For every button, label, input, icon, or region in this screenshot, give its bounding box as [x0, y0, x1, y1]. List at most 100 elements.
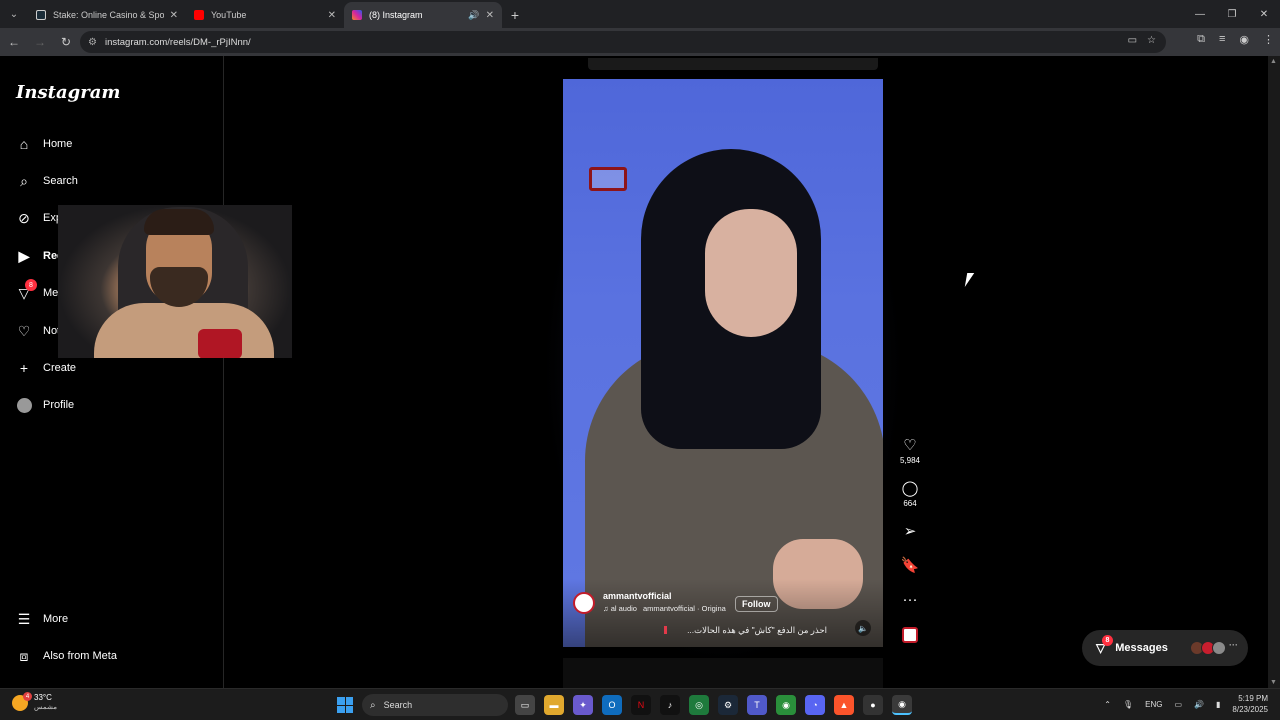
nav-label: Search	[43, 175, 78, 187]
avatar	[1212, 641, 1226, 655]
network-icon[interactable]: ▭	[1174, 700, 1182, 709]
nav-profile[interactable]: Profile	[16, 392, 74, 418]
nav-create[interactable]: + Create	[16, 355, 76, 381]
back-icon[interactable]: ←	[2, 30, 26, 54]
extension-icons: ⧉ ≡ ◉ ⋮	[1197, 33, 1274, 46]
search-icon: ⌕	[370, 699, 376, 711]
instagram-logo[interactable]: Instagram	[16, 82, 120, 103]
creator-username[interactable]: ammantvofficial	[603, 591, 672, 601]
nav-label: Create	[43, 362, 77, 374]
nav-label: Also from Meta	[43, 650, 117, 662]
chrome-active-icon[interactable]: ◉	[892, 695, 912, 715]
copilot-icon[interactable]: ✦	[573, 695, 593, 715]
outlook-icon[interactable]: O	[602, 695, 622, 715]
menu-icon: ☰	[17, 610, 31, 627]
media-controls-icon[interactable]: ≡	[1219, 33, 1225, 46]
weather-widget[interactable]: 4 33°C مشمس	[12, 692, 57, 713]
site-info-icon[interactable]: ⚙	[88, 37, 97, 48]
volume-icon[interactable]: 🔈	[855, 620, 871, 636]
nav-more[interactable]: ☰ More	[16, 606, 68, 632]
reels-icon: ▶	[18, 247, 30, 264]
chrome-icon[interactable]: ◉	[776, 695, 796, 715]
file-explorer-icon[interactable]: ▬	[544, 695, 564, 715]
teams-icon[interactable]: T	[747, 695, 767, 715]
task-view-icon[interactable]: ▭	[515, 695, 535, 715]
save-button[interactable]: 🔖	[896, 558, 924, 574]
sun-icon: 4	[12, 692, 32, 711]
tab-stake[interactable]: Stake: Online Casino & Sports I ✕	[28, 2, 186, 28]
previous-reel-edge[interactable]	[588, 58, 878, 70]
account-icon[interactable]: ◉	[1239, 33, 1249, 46]
close-tab-icon[interactable]: ✕	[170, 10, 178, 21]
taskbar-search[interactable]: ⌕ Search	[362, 694, 508, 716]
close-tab-icon[interactable]: ✕	[486, 10, 494, 21]
clock-time: 5:19 PM	[1238, 694, 1268, 703]
battery-icon[interactable]: ▮	[1216, 700, 1220, 709]
tiktok-icon[interactable]: ♪	[660, 695, 680, 715]
scroll-down-icon[interactable]: ▼	[1270, 679, 1277, 686]
comment-button[interactable]: ◯ 664	[896, 480, 924, 509]
bookmark-icon: 🔖	[900, 557, 920, 574]
next-reel-edge[interactable]	[563, 658, 883, 688]
close-window-icon[interactable]: ✕	[1248, 0, 1280, 28]
brave-icon[interactable]: ▲	[834, 695, 854, 715]
creator-avatar[interactable]	[573, 592, 595, 614]
nav-search[interactable]: ⌕ Search	[16, 168, 78, 194]
meta-apps-icon: ⧈	[19, 647, 29, 664]
browser-menu-icon[interactable]: ⋮	[1263, 33, 1274, 46]
speaker-icon[interactable]: 🔊	[468, 10, 479, 21]
more-options-button[interactable]: ···	[896, 592, 924, 608]
steam-icon[interactable]: ⚙	[718, 695, 738, 715]
extensions-icon[interactable]: ⧉	[1197, 33, 1205, 46]
reel-caption[interactable]: احذر من الدفع "كاش" في هذه الحالات...	[687, 625, 827, 636]
nav-label: Home	[43, 138, 73, 150]
language-indicator[interactable]: ENG	[1145, 700, 1162, 709]
install-app-icon[interactable]: ▭	[1128, 35, 1137, 46]
compass-icon: ⊘	[18, 209, 30, 226]
tab-search-button[interactable]: ⌄	[0, 0, 28, 28]
tab-youtube[interactable]: YouTube ✕	[186, 2, 344, 28]
scroll-up-icon[interactable]: ▲	[1270, 58, 1277, 65]
stake-favicon-icon	[36, 10, 46, 20]
profile-icon	[16, 397, 32, 413]
audio-link[interactable]: ♫ al audio ammantvofficial · Origina	[603, 604, 726, 613]
url-bar[interactable]: ⚙ instagram.com/reels/DM-_rPjINnn/ ▭ ☆	[80, 31, 1166, 53]
system-clock[interactable]: 5:19 PM 8/23/2025	[1232, 693, 1268, 715]
volume-icon[interactable]: 🔊	[1194, 700, 1204, 709]
tab-title: Stake: Online Casino & Sports I	[53, 10, 164, 20]
streamer-hair	[144, 209, 214, 235]
new-tab-button[interactable]: +	[502, 2, 528, 28]
reel-video[interactable]: ammantvofficial Follow ♫ al audio ammant…	[563, 79, 883, 647]
discord-icon[interactable]: ◔	[805, 695, 825, 715]
reload-icon[interactable]: ↻	[54, 30, 78, 54]
follow-button[interactable]: Follow	[735, 596, 778, 612]
maximize-icon[interactable]: ❐	[1216, 0, 1248, 28]
recent-chat-avatars	[1190, 641, 1226, 655]
page-scrollbar[interactable]: ▲ ▼	[1268, 56, 1280, 688]
comment-icon: ◯	[901, 480, 919, 497]
xbox-app-icon[interactable]: ◎	[689, 695, 709, 715]
like-button[interactable]: ♡ 5,984	[896, 438, 924, 466]
nav-home[interactable]: ⌂ Home	[16, 131, 73, 157]
tab-instagram[interactable]: (8) Instagram 🔊 ✕	[344, 2, 502, 28]
caption-overlay	[563, 579, 883, 647]
forward-icon[interactable]: →	[28, 30, 52, 54]
messages-floating-button[interactable]: ▽ 8 Messages ···	[1082, 630, 1248, 666]
channel-watermark	[589, 167, 627, 191]
minimize-icon[interactable]: —	[1184, 0, 1216, 28]
like-count: 5,984	[899, 456, 921, 465]
bookmark-star-icon[interactable]: ☆	[1147, 35, 1156, 46]
messenger-icon: ▽ 8	[1096, 635, 1113, 655]
audio-thumbnail[interactable]	[902, 627, 918, 643]
chevron-up-icon[interactable]: ⌃	[1104, 700, 1111, 709]
omnibox-actions: ▭ ☆	[1128, 35, 1156, 46]
windows-start-icon[interactable]	[337, 697, 353, 713]
microphone-icon[interactable]: 🎙	[1123, 700, 1133, 709]
close-tab-icon[interactable]: ✕	[328, 10, 336, 21]
obs-icon[interactable]: ●	[863, 695, 883, 715]
netflix-icon[interactable]: N	[631, 695, 651, 715]
share-button[interactable]: ➢	[896, 524, 924, 540]
nav-also-from-meta[interactable]: ⧈ Also from Meta	[16, 643, 117, 669]
plus-icon: +	[19, 360, 29, 376]
streamer-body	[94, 303, 274, 358]
